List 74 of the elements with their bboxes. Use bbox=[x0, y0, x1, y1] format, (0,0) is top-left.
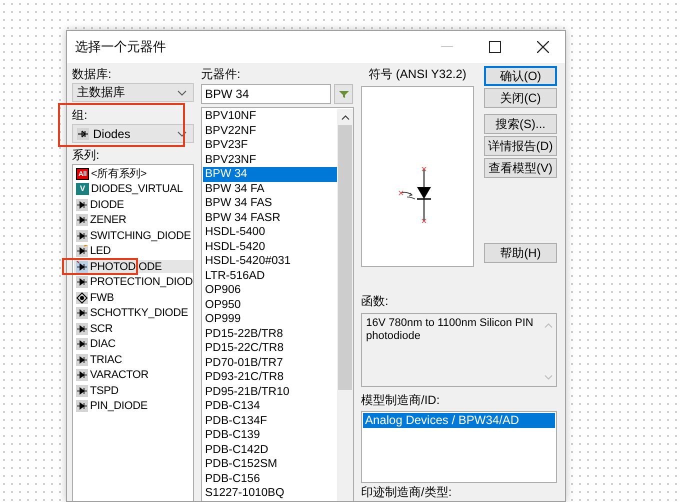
component-item[interactable]: HSDL-5400 bbox=[203, 225, 337, 240]
chevron-down-icon bbox=[177, 90, 187, 96]
family-item[interactable]: PROTECTION_DIOD bbox=[74, 276, 193, 288]
minimize-icon[interactable] bbox=[441, 46, 453, 48]
component-item[interactable]: BPW 34 FASR bbox=[203, 210, 337, 225]
dialog-button[interactable]: 搜索(S)... bbox=[484, 114, 557, 134]
component-item[interactable]: BPW 34 bbox=[203, 167, 337, 182]
family-item[interactable]: LED bbox=[74, 244, 193, 258]
field-label: 数据库: bbox=[72, 67, 112, 81]
dialog-button[interactable]: 详情报告(D) bbox=[484, 136, 557, 156]
component-item[interactable]: OP950 bbox=[203, 298, 337, 312]
component-item[interactable]: BPV10NF bbox=[203, 109, 337, 124]
field-label: 函数: bbox=[361, 294, 390, 308]
component-item[interactable]: BPV23F bbox=[203, 138, 337, 152]
component-item[interactable]: PDB-C134F bbox=[203, 414, 337, 428]
family-item[interactable]: VARACTOR bbox=[74, 368, 193, 382]
component-item[interactable]: PDB-C156 bbox=[203, 472, 337, 486]
photodiode-symbol-drawing bbox=[398, 167, 432, 223]
component-item[interactable]: BPW 34 FAS bbox=[203, 196, 337, 210]
family-item[interactable]: SWITCHING_DIODE bbox=[74, 229, 193, 242]
dialog-button[interactable]: 帮助(H) bbox=[484, 243, 557, 263]
field-label: 元器件: bbox=[201, 67, 242, 81]
field-label: 组: bbox=[72, 108, 88, 122]
component-input[interactable]: BPW 34 bbox=[201, 84, 331, 104]
field-label: 符号 (ANSI Y32.2) bbox=[368, 67, 466, 81]
database-dropdown[interactable]: 主数据库 bbox=[72, 83, 194, 102]
component-item[interactable]: PDB-C142D bbox=[203, 442, 337, 457]
family-item[interactable]: V DIODES_VIRTUAL bbox=[74, 182, 193, 196]
window-title: 选择一个元器件 bbox=[75, 38, 166, 56]
family-item[interactable]: TSPD bbox=[74, 384, 193, 397]
component-item[interactable]: HSDL-5420 bbox=[203, 240, 337, 254]
chevron-down-icon bbox=[177, 130, 187, 136]
scrollbar[interactable] bbox=[337, 109, 353, 501]
component-item[interactable]: BPV23NF bbox=[203, 152, 337, 167]
filter-button[interactable] bbox=[334, 84, 353, 104]
component-item[interactable]: LTR-516AD bbox=[203, 268, 337, 283]
component-item[interactable]: OP906 bbox=[203, 283, 337, 298]
component-item[interactable]: PDB-C139 bbox=[203, 428, 337, 442]
component-item[interactable]: PDB-C134 bbox=[203, 399, 337, 414]
family-item[interactable]: SCR bbox=[74, 322, 193, 335]
family-item[interactable]: FWB bbox=[74, 291, 193, 304]
close-icon[interactable] bbox=[537, 41, 549, 53]
component-item[interactable]: PD15-22B/TR8 bbox=[203, 326, 337, 341]
field-label: 印迹制造商/类型: bbox=[361, 485, 453, 499]
dialog-button[interactable]: 确认(O) bbox=[484, 66, 557, 86]
component-item[interactable]: OP999 bbox=[203, 312, 337, 326]
family-item[interactable]: DIODE bbox=[74, 198, 193, 211]
family-item[interactable]: ZENER bbox=[74, 214, 193, 226]
component-item[interactable]: PD93-21C/TR8 bbox=[203, 370, 337, 384]
family-item[interactable]: DIAC bbox=[74, 338, 193, 350]
scroll-up-icon[interactable] bbox=[340, 115, 350, 120]
component-item[interactable]: PDB-C152SM bbox=[203, 457, 337, 472]
component-item[interactable]: PD95-21B/TR10 bbox=[203, 384, 337, 399]
dialog-button[interactable]: 查看模型(V) bbox=[484, 158, 557, 178]
component-item[interactable]: BPV22NF bbox=[203, 124, 337, 138]
family-item[interactable]: TRIAC bbox=[74, 353, 193, 366]
component-item[interactable]: S1227-1010BQ bbox=[203, 486, 337, 500]
function-textarea[interactable]: 16V 780nm to 1100nm Silicon PIN photodiode bbox=[361, 313, 557, 387]
scroll-down-icon[interactable] bbox=[544, 375, 552, 380]
family-item[interactable]: SCHOTTKY_DIODE bbox=[74, 306, 193, 320]
maximize-icon[interactable] bbox=[489, 41, 501, 53]
component-item[interactable]: PD15-22C/TR8 bbox=[203, 341, 337, 356]
component-item[interactable]: BPW 34 FA bbox=[203, 182, 337, 196]
function-text: 16V 780nm to 1100nm Silicon PIN photodiode bbox=[366, 317, 534, 344]
family-item[interactable]: PIN_DIODE bbox=[74, 400, 193, 412]
group-dropdown[interactable]: Diodes bbox=[72, 124, 194, 143]
component-item[interactable]: HSDL-5420#031 bbox=[203, 254, 337, 268]
field-label: 系列: bbox=[72, 148, 100, 162]
component-item[interactable]: PD70-01B/TR7 bbox=[203, 356, 337, 370]
field-label: 模型制造商/ID: bbox=[361, 393, 441, 407]
virtual-icon: V bbox=[76, 183, 89, 195]
dialog-button[interactable]: 关闭(C) bbox=[484, 88, 557, 108]
filter-icon bbox=[338, 90, 348, 98]
model-item[interactable]: Analog Devices / BPW34/AD bbox=[363, 413, 555, 428]
